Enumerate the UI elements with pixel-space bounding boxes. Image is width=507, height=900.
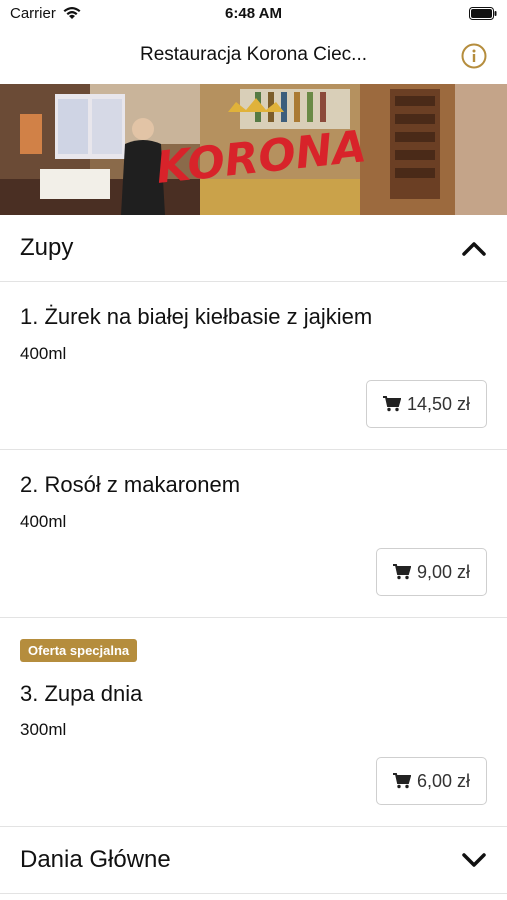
add-to-cart-button[interactable]: 14,50 zł xyxy=(365,380,487,428)
cart-icon xyxy=(392,773,411,789)
price-label: 6,00 zł xyxy=(416,770,470,791)
section-header-zupy[interactable]: Zupy xyxy=(0,215,507,282)
cart-icon xyxy=(392,564,411,580)
banner-image: KORONA xyxy=(0,84,507,215)
page-title: Restauracja Korona Ciec... xyxy=(139,44,368,65)
menu-item-name: 1. Żurek na białej kiełbasie z jajkiem xyxy=(20,304,373,329)
clock: 6:48 AM xyxy=(225,5,282,22)
battery-icon xyxy=(469,7,497,20)
price-label: 9,00 zł xyxy=(416,561,470,582)
info-icon[interactable] xyxy=(461,43,487,69)
section-title: Dania Główne xyxy=(20,846,171,873)
cart-icon xyxy=(382,396,401,412)
menu-item-name: 2. Rosół z makaronem xyxy=(20,472,241,497)
menu-item-size: 400ml xyxy=(20,512,67,531)
menu-item: Oferta specjalna 3. Zupa dnia 300ml 6,00… xyxy=(0,618,507,827)
menu-item-size: 300ml xyxy=(20,720,67,739)
special-offer-badge: Oferta specjalna xyxy=(20,639,138,662)
add-to-cart-button[interactable]: 6,00 zł xyxy=(375,757,487,805)
menu-item: 2. Rosół z makaronem 400ml 9,00 zł xyxy=(0,450,507,618)
price-label: 14,50 zł xyxy=(406,393,470,414)
chevron-down-icon xyxy=(462,853,486,867)
restaurant-banner: KORONA xyxy=(0,84,507,215)
status-bar: Carrier 6:48 AM xyxy=(0,0,507,28)
menu-item: 1. Żurek na białej kiełbasie z jajkiem 4… xyxy=(0,282,507,450)
menu-item-size: 400ml xyxy=(20,344,67,363)
menu-item-name: 3. Zupa dnia xyxy=(20,681,143,706)
add-to-cart-button[interactable]: 9,00 zł xyxy=(375,548,487,596)
section-header-dania-glowne[interactable]: Dania Główne xyxy=(0,827,507,894)
navigation-bar: Restauracja Korona Ciec... xyxy=(0,28,507,84)
chevron-up-icon xyxy=(462,242,486,256)
section-title: Zupy xyxy=(20,234,74,261)
